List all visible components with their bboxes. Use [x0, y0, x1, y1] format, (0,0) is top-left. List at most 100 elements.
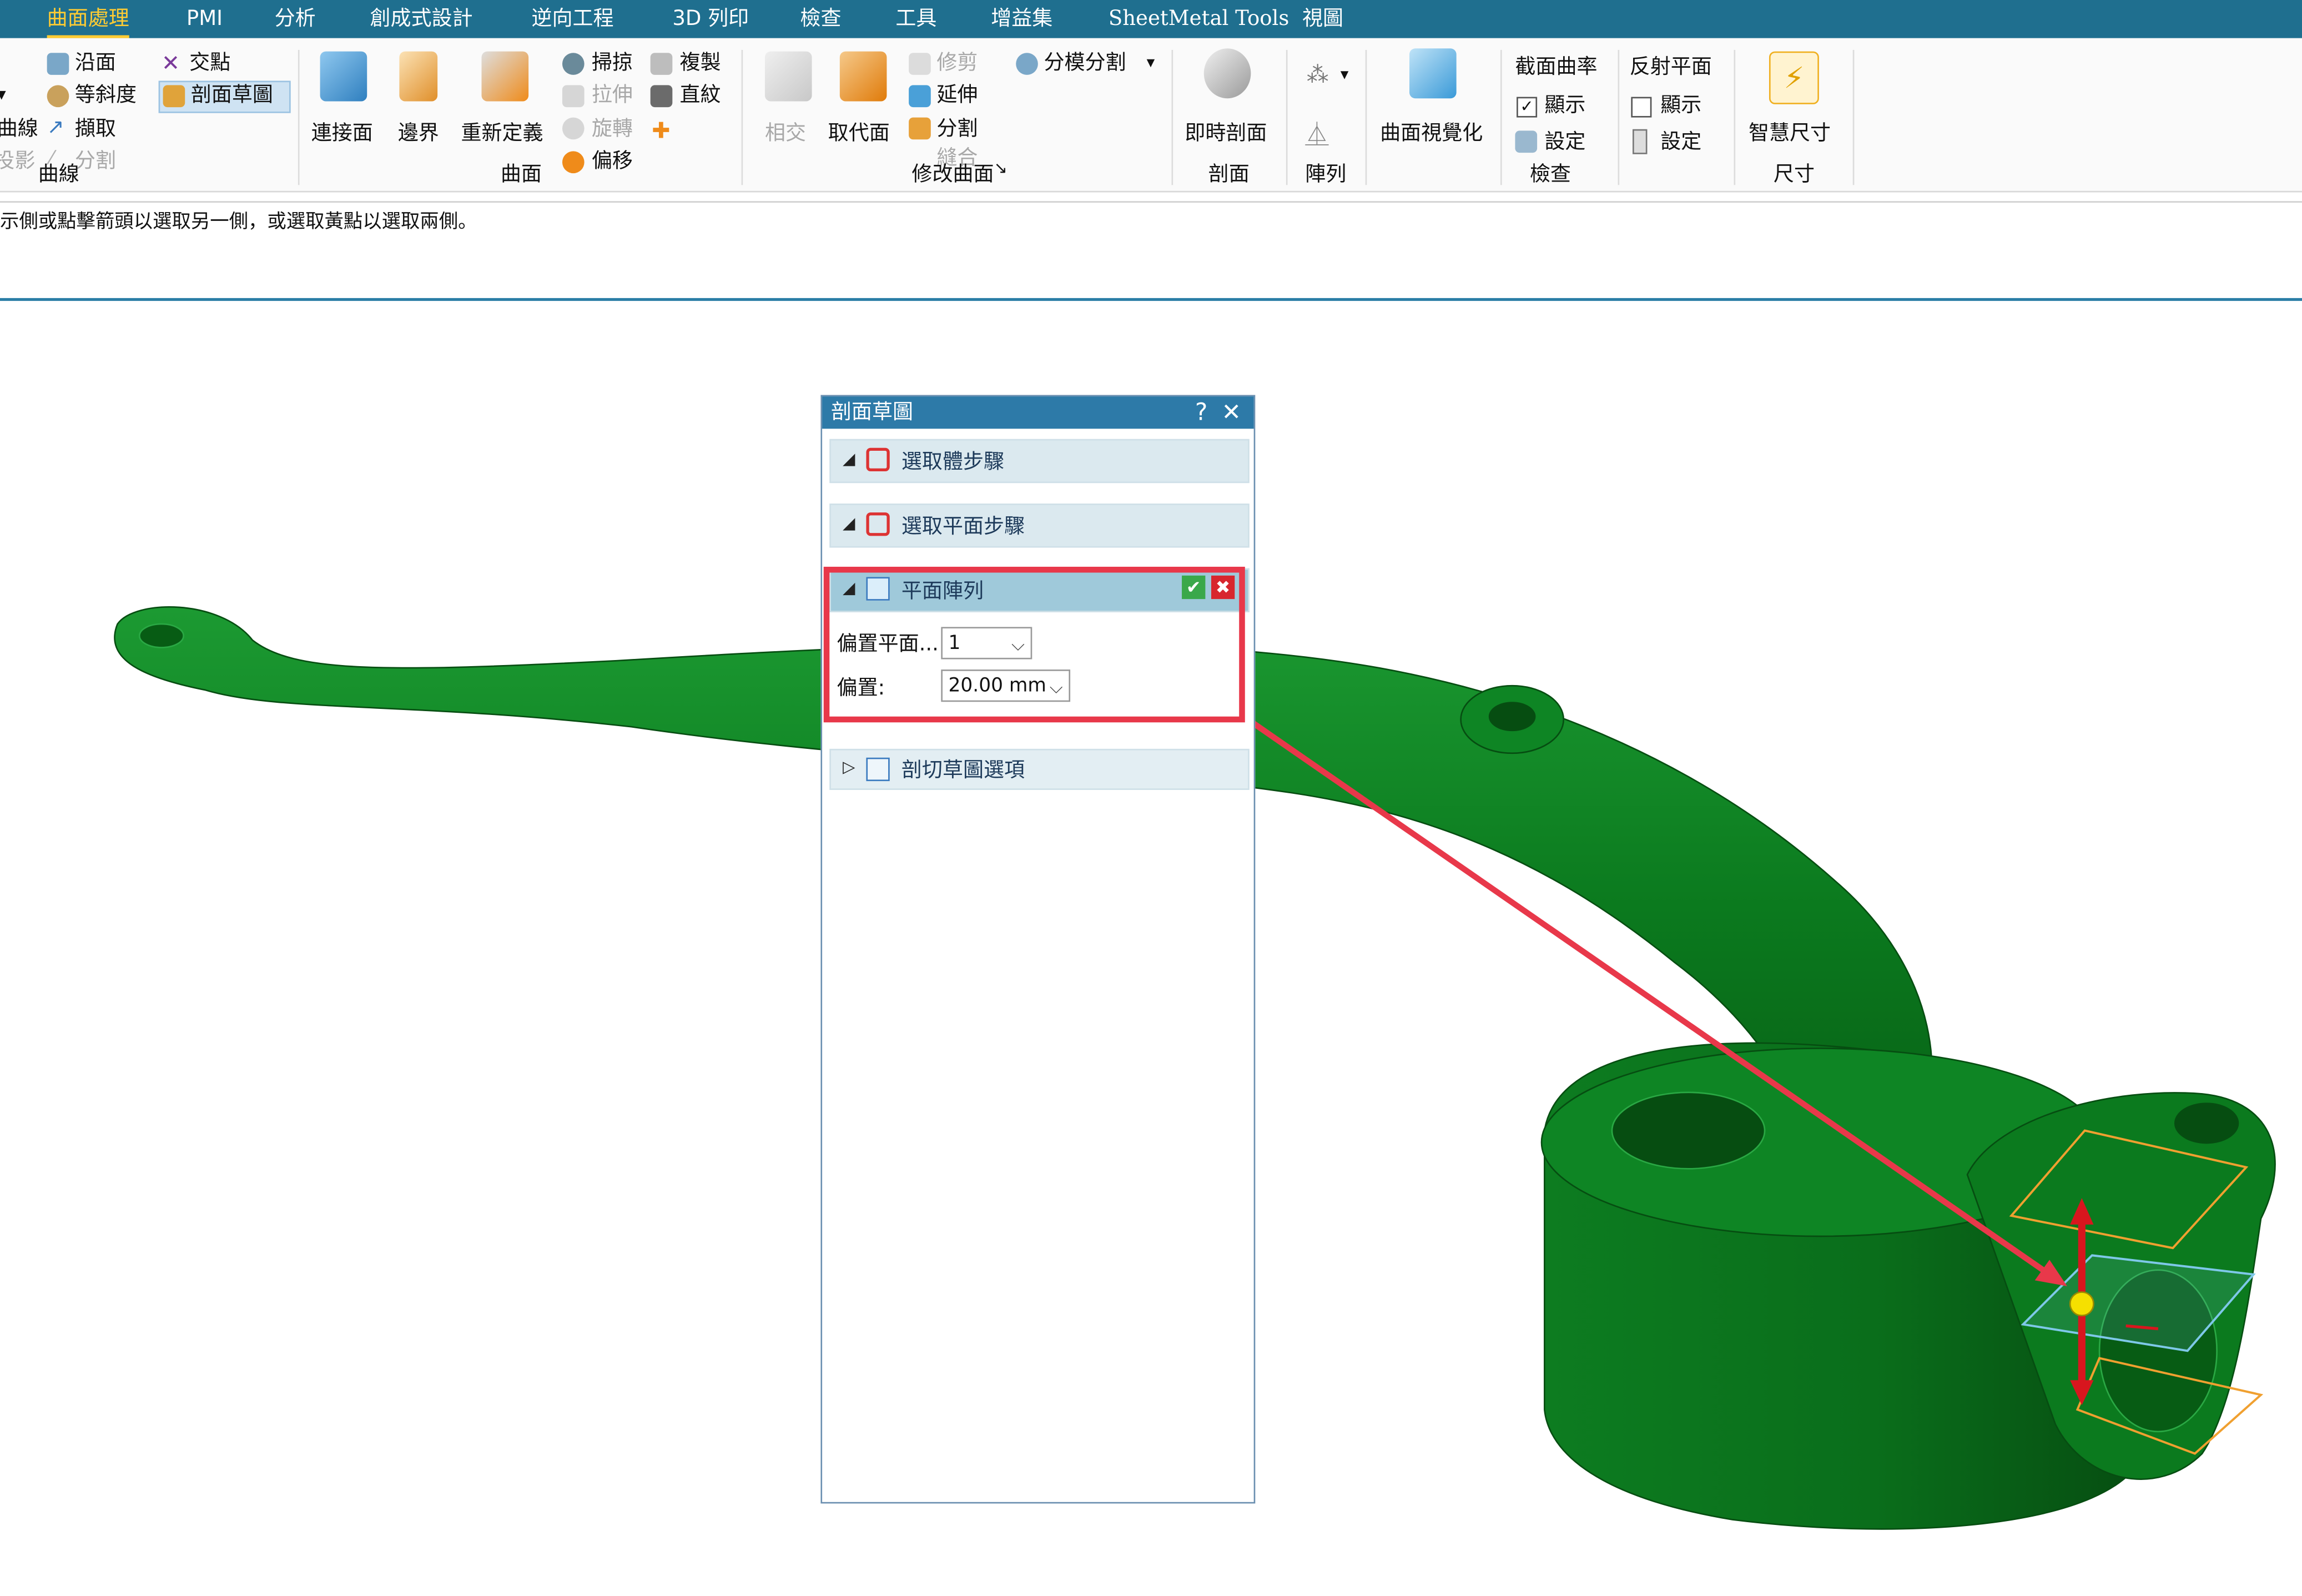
ribbon-along-face[interactable]: 沿面 [75, 50, 116, 77]
partial-dropdown-arrow[interactable]: ▾ [0, 80, 6, 107]
clevis-hole [2174, 1102, 2239, 1144]
tab-inspect[interactable]: 檢查 [800, 4, 841, 36]
group-expander-icon[interactable]: ↘ [994, 155, 1008, 182]
ribbon-separator [741, 49, 743, 185]
ribbon-blend-face[interactable]: 連接面 [311, 120, 373, 147]
tab-3d-print[interactable]: 3D 列印 [672, 4, 749, 36]
replace-face-icon [839, 51, 887, 102]
group-label-dimension: 尺寸 [1773, 163, 1815, 187]
section-select-plane[interactable]: ◢ 選取平面步驟 [829, 504, 1250, 548]
ribbon-live-section[interactable]: 即時剖面 [1185, 120, 1267, 147]
reflect-settings[interactable]: 設定 [1660, 129, 1701, 156]
annotation-highlight-box [823, 566, 1245, 723]
tab-sheetmetal-tools[interactable]: SheetMetal Tools [1109, 4, 1289, 36]
tab-pmi[interactable]: PMI [187, 4, 223, 36]
tab-add-ins[interactable]: 增益集 [991, 4, 1052, 36]
dialog-title: 剖面草圖 [830, 401, 914, 425]
close-icon[interactable]: ✕ [1221, 396, 1241, 429]
pattern-icon[interactable]: ⁂ [1307, 62, 1329, 88]
ribbon-curve-partial[interactable]: 曲線 [0, 116, 38, 143]
along-face-icon [47, 53, 69, 75]
plus-icon[interactable]: ✚ [652, 118, 670, 144]
tab-surfacing[interactable]: 曲面處理 [47, 4, 129, 38]
ribbon-ruled[interactable]: 直紋 [680, 82, 721, 109]
arm-boss-hole [1488, 702, 1536, 732]
tab-tools[interactable]: 工具 [895, 4, 936, 36]
section-select-body[interactable]: ◢ 選取體步驟 [829, 439, 1250, 484]
mirror-icon[interactable]: ⏅ [1305, 114, 1328, 149]
live-section-icon [1203, 48, 1251, 99]
ribbon-revolve[interactable]: 旋轉 [592, 116, 633, 143]
intersect-point-icon: ✕ [161, 49, 180, 77]
ribbon-separator [1852, 49, 1855, 185]
ribbon-offset[interactable]: 偏移 [592, 148, 633, 175]
extrude-icon [562, 85, 585, 108]
ribbon-extend[interactable]: 延伸 [936, 82, 978, 109]
ribbon-separator [1500, 49, 1502, 185]
tab-view[interactable]: 視圖 [1302, 4, 1343, 36]
tab-analysis[interactable]: 分析 [275, 4, 316, 36]
options-icon [866, 757, 890, 782]
status-prompt: 示側或點擊箭頭以選取另一側，或選取黃點以選取兩側。 [0, 211, 477, 234]
intersect-icon [764, 51, 812, 102]
trim-icon [909, 53, 931, 75]
section-sketch-icon [163, 85, 185, 108]
ribbon-split-curve[interactable]: 分割 [75, 148, 116, 175]
group-label-inspect: 檢查 [1529, 163, 1571, 187]
collapse-triangle-icon[interactable]: ◢ [843, 514, 855, 533]
sweep-icon [562, 53, 585, 75]
tab-reverse-engineering[interactable]: 逆向工程 [531, 4, 613, 36]
tab-generative-design[interactable]: 創成式設計 [370, 4, 472, 36]
ribbon-trim[interactable]: 修剪 [936, 50, 978, 77]
help-icon[interactable]: ? [1195, 396, 1207, 429]
extract-icon: ↗ [47, 115, 64, 140]
collapse-triangle-icon[interactable]: ◢ [843, 449, 855, 468]
reflect-show-checkbox[interactable] [1631, 97, 1652, 118]
ribbon-section-sketch[interactable]: 剖面草圖 [191, 82, 273, 109]
ribbon-redefine[interactable]: 重新定義 [461, 120, 543, 147]
ribbon-separator [1618, 49, 1620, 185]
reflect-show-label[interactable]: 顯示 [1660, 93, 1701, 119]
ribbon-project-partial[interactable]: 投影 [0, 148, 35, 175]
section-label: 選取平面步驟 [901, 515, 1025, 539]
ribbon-separator [298, 49, 300, 185]
offset-icon [562, 151, 585, 174]
parting-split-dropdown[interactable]: ▾ [1147, 50, 1155, 77]
reflect-title: 反射平面 [1629, 56, 1712, 79]
inspect-show-checkbox[interactable]: ✓ [1517, 97, 1538, 118]
expand-triangle-icon[interactable]: ▷ [843, 758, 855, 777]
ribbon-extract[interactable]: 擷取 [75, 116, 116, 143]
ribbon-separator [1286, 49, 1288, 185]
inspect-settings[interactable]: 設定 [1544, 129, 1585, 156]
ribbon-sweep[interactable]: 掃掠 [592, 50, 633, 77]
group-label-pattern: 陣列 [1305, 163, 1347, 187]
ribbon-draft[interactable]: 等斜度 [75, 82, 137, 109]
group-label-modify-surface: 修改曲面 [911, 163, 994, 187]
yellow-pick-point [2069, 1291, 2094, 1317]
plane-step-icon [866, 512, 890, 536]
ribbon-surface-visualize[interactable]: 曲面視覺化 [1380, 120, 1483, 147]
inspect-show-label[interactable]: 顯示 [1544, 93, 1585, 119]
ribbon-boundary[interactable]: 邊界 [398, 120, 439, 147]
split-icon [909, 117, 931, 140]
hub-bore [1611, 1091, 1766, 1170]
arm-end-hole [138, 623, 184, 648]
section-label: 選取體步驟 [901, 450, 1005, 475]
ribbon-extrude[interactable]: 拉伸 [592, 82, 633, 109]
ribbon-intersection[interactable]: 交點 [189, 50, 230, 77]
parting-split-icon [1016, 53, 1038, 75]
ribbon-smart-dimension[interactable]: 智慧尺寸 [1749, 120, 1831, 147]
section-cut-sketch-options[interactable]: ▷ 剖切草圖選項 [829, 748, 1250, 790]
draft-icon [47, 85, 69, 108]
ribbon-copy[interactable]: 複製 [680, 50, 721, 77]
pattern-dropdown[interactable]: ▾ [1341, 62, 1349, 88]
body-step-icon [866, 447, 890, 472]
ribbon-replace-face[interactable]: 取代面 [828, 120, 890, 147]
ribbon-parting-split[interactable]: 分模分割 [1044, 50, 1126, 77]
ribbon-intersect[interactable]: 相交 [765, 120, 806, 147]
ribbon-split[interactable]: 分割 [936, 116, 978, 143]
ribbon-tab-bar: 曲面處理 PMI 分析 創成式設計 逆向工程 3D 列印 檢查 工具 增益集 S… [0, 0, 2302, 38]
reflect-settings-icon [1633, 129, 1648, 154]
surface-visualize-icon [1409, 48, 1457, 99]
ribbon-separator [1734, 49, 1736, 185]
